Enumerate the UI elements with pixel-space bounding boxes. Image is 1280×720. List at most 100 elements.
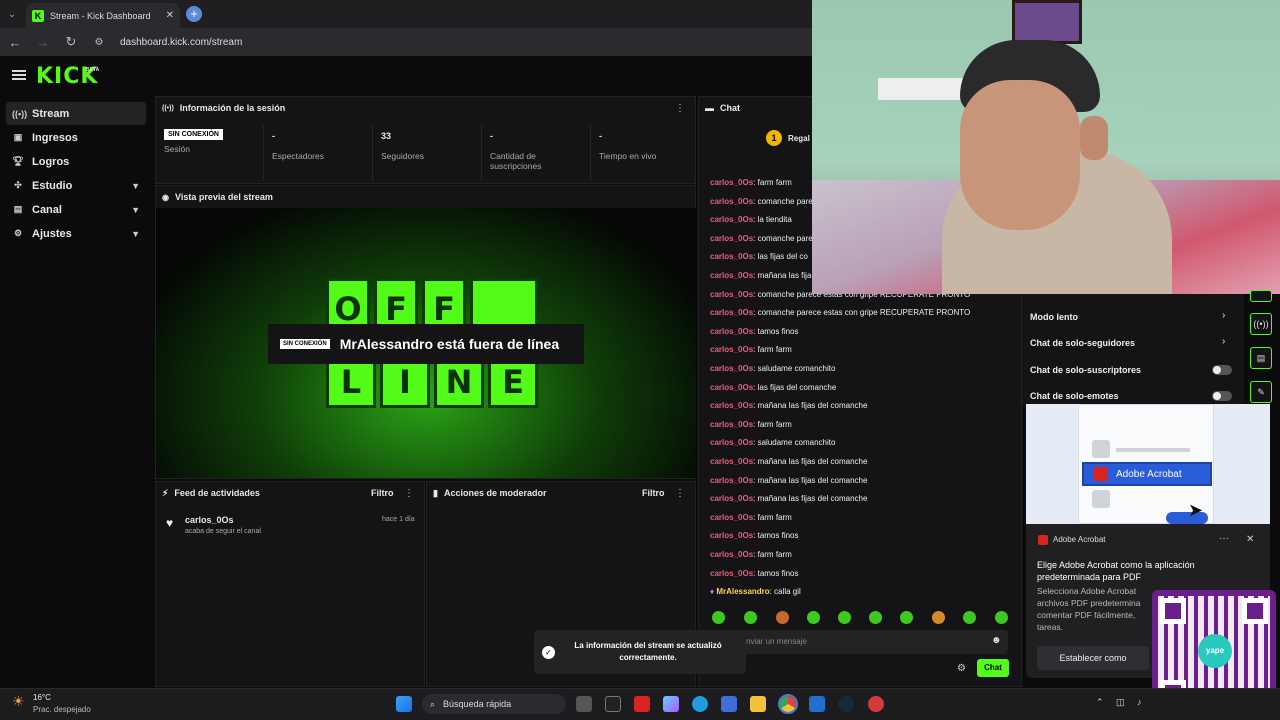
emote-icon[interactable] [995,611,1008,624]
menu-icon[interactable] [12,70,26,80]
chat-username[interactable]: carlos_0Os [710,345,753,354]
broadcast-icon[interactable]: ((•)) [1250,313,1272,335]
sidebar-item-estudio[interactable]: ✣ Estudio ▼ [6,174,146,197]
taskbar-search[interactable]: ⌕ Búsqueda rápida [422,694,566,714]
chat-username[interactable]: carlos_0Os [710,215,753,224]
microphone-icon[interactable]: ♪ [1137,697,1142,707]
chevron-right-icon[interactable]: › [1222,336,1225,347]
sidebar-item-ingresos[interactable]: ▣ Ingresos [6,126,146,149]
chat-username[interactable]: carlos_0Os [710,308,753,317]
chat-settings-panel [1022,294,1280,406]
obs-icon[interactable] [868,696,884,712]
chat-username[interactable]: carlos_0Os [710,438,753,447]
chat-username[interactable]: carlos_0Os [710,327,753,336]
chevron-right-icon[interactable]: › [1222,310,1225,321]
chat-username[interactable]: carlos_0Os [710,401,753,410]
chat-username[interactable]: carlos_0Os [710,197,753,206]
tab-close-icon[interactable]: ✕ [166,10,174,21]
chat-username[interactable]: carlos_0Os [710,271,753,280]
emote-icon[interactable] [712,611,725,624]
queue-icon[interactable]: ▤ [1250,347,1272,369]
url-field[interactable]: dashboard.kick.com/stream [120,37,242,48]
weather-desc[interactable]: Prac. despejado [33,705,91,714]
weather-temp[interactable]: 16°C [33,693,51,702]
emote-icon[interactable] [744,611,757,624]
chat-username[interactable]: carlos_0Os [710,550,753,559]
close-icon[interactable]: ✕ [1246,534,1254,545]
forward-icon[interactable]: → [36,35,50,50]
outlook-icon[interactable] [809,696,825,712]
edge-icon[interactable] [692,696,708,712]
illustration-acrobat-label: Adobe Acrobat [1116,468,1182,480]
steam-icon[interactable] [838,696,854,712]
acrobat-icon [1094,467,1108,481]
windows-start-icon[interactable] [396,696,412,712]
tab-search-icon[interactable]: ⌄ [4,6,20,22]
slow-mode-label[interactable]: Modo lento [1030,312,1078,322]
chat-username[interactable]: carlos_0Os [710,364,753,373]
gift-icon[interactable]: 1 [766,130,782,146]
emote-icon[interactable] [807,611,820,624]
epic-games-icon[interactable] [605,696,621,712]
chat-message: carlos_0Os: mañana las fijas del comanch… [710,476,867,488]
subs-only-toggle[interactable] [1212,365,1232,375]
chat-input[interactable]: nviar un mensaje ☻ [706,630,1008,654]
browser-tab[interactable]: K Stream - Kick Dashboard ✕ [26,3,180,28]
sidebar-item-logros[interactable]: 🏆︎ Logros [6,150,146,173]
activity-filter-button[interactable]: Filtro [371,488,394,498]
chrome-icon[interactable] [778,694,798,714]
emoji-picker-icon[interactable]: ☻ [991,635,1002,646]
emote-icon[interactable] [869,611,882,624]
chat-username[interactable]: carlos_0Os [710,178,753,187]
chat-username[interactable]: carlos_0Os [710,457,753,466]
sidebar-item-canal[interactable]: ▤ Canal ▼ [6,198,146,221]
moderator-filter-button[interactable]: Filtro [642,488,665,498]
site-info-icon[interactable]: ⚙ [92,37,106,48]
more-options-icon[interactable]: ⋮ [675,488,685,499]
more-options-icon[interactable]: ··· [1219,533,1229,544]
chat-text: calla gil [774,587,801,597]
emote-icon[interactable] [776,611,789,624]
chat-username[interactable]: carlos_0Os [710,494,753,503]
chat-username[interactable]: carlos_0Os [710,476,753,485]
task-view-icon[interactable] [576,696,592,712]
copilot-icon[interactable] [663,696,679,712]
gift-label[interactable]: Regal [788,134,810,143]
file-explorer-icon[interactable] [750,696,766,712]
chevron-up-icon[interactable]: ⌃ [1096,697,1104,708]
chat-username[interactable]: carlos_0Os [710,531,753,540]
emotes-only-toggle[interactable] [1212,391,1232,401]
emote-icon[interactable] [963,611,976,624]
chat-username[interactable]: carlos_0Os [710,420,753,429]
sidebar-item-ajustes[interactable]: ⚙ Ajustes ▼ [6,222,146,245]
reload-icon[interactable]: ↻ [64,34,78,50]
chat-username[interactable]: carlos_0Os [710,234,753,243]
followers-only-label[interactable]: Chat de solo-seguidores [1030,338,1135,348]
emote-icon[interactable] [900,611,913,624]
chat-text: farm farm [757,550,792,559]
acrobat-icon[interactable] [634,696,650,712]
chat-username[interactable]: carlos_0Os [710,513,753,522]
weather-icon[interactable]: ☀ [12,693,25,710]
set-default-button[interactable]: Establecer como [1037,646,1149,670]
activity-user[interactable]: carlos_0Os [185,515,234,525]
back-icon[interactable]: ← [8,35,22,50]
new-tab-button[interactable]: + [186,6,202,22]
chat-username[interactable]: MrAlessandro [716,587,769,596]
chat-username[interactable]: carlos_0Os [710,252,753,261]
sidebar-item-stream[interactable]: ((•)) Stream [6,102,146,125]
wrench-icon[interactable]: ✎ [1250,381,1272,403]
toolbar-button[interactable] [1250,290,1272,302]
store-icon[interactable] [721,696,737,712]
chat-username[interactable]: carlos_0Os [710,290,753,299]
emote-icon[interactable] [932,611,945,624]
emote-icon[interactable] [838,611,851,624]
chat-username[interactable]: carlos_0Os [710,569,753,578]
send-chat-button[interactable]: Chat [977,659,1009,677]
chat-username[interactable]: carlos_0Os [710,383,753,392]
chat-settings-icon[interactable]: ⚙ [957,663,966,674]
activity-title: Feed de actividades [174,488,260,498]
more-options-icon[interactable]: ⋮ [404,488,414,499]
network-icon[interactable]: ◫ [1116,697,1125,708]
more-options-icon[interactable]: ⋮ [675,103,685,114]
